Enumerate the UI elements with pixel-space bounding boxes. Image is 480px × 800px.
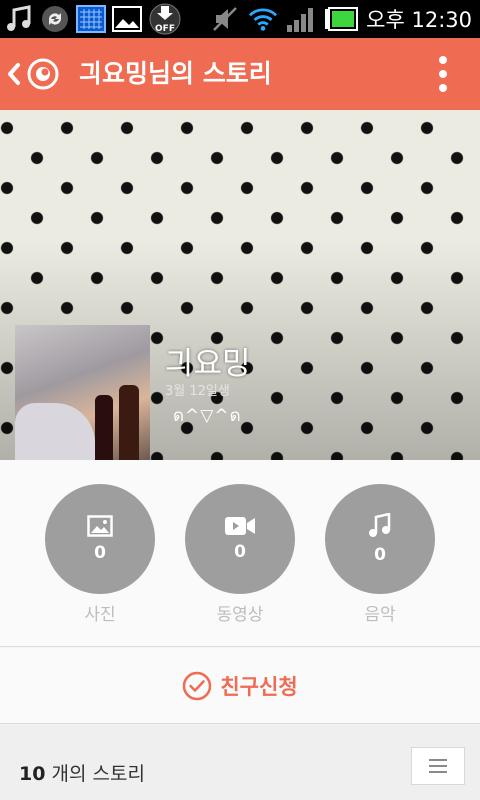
story-count-suffix: 개의 스토리 — [45, 763, 145, 785]
music-note-icon — [4, 4, 34, 34]
off-label: OFF — [155, 24, 175, 34]
app-header: 긔요밍님의 스토리 — [0, 38, 480, 110]
mute-icon — [210, 4, 240, 34]
overflow-dot-icon — [439, 56, 447, 64]
avatar-bottle — [119, 385, 139, 460]
avatar-bottle — [95, 395, 113, 460]
avatar[interactable] — [15, 325, 150, 460]
profile-name: 긔요밍 — [165, 346, 251, 382]
more-options-button[interactable] — [438, 56, 448, 92]
avatar-pillow — [15, 403, 95, 460]
profile-birthday: 3월 12일생 — [165, 384, 230, 399]
friend-request-button[interactable]: 친구신청 — [0, 648, 480, 724]
chevron-left-icon — [8, 63, 20, 85]
profile-cover[interactable]: 긔요밍 3월 12일생 ด^▽^ด — [0, 110, 480, 460]
list-line-icon — [429, 765, 447, 767]
photo-count: 0 — [94, 543, 106, 563]
video-count: 0 — [234, 542, 246, 562]
image-icon — [112, 4, 142, 34]
music-count: 0 — [374, 545, 386, 565]
profile-status-message: ด^▽^ด — [173, 406, 242, 426]
photo-icon — [87, 515, 113, 537]
music-label: 음악 — [364, 605, 396, 625]
photo-counter[interactable]: 0 사진 — [45, 484, 155, 625]
list-view-button[interactable] — [411, 747, 465, 785]
status-time: 오후 12:30 — [366, 8, 472, 32]
check-circle-icon — [183, 671, 212, 700]
story-count-bar: 10 개의 스토리 — [0, 725, 480, 800]
photo-counter-circle: 0 — [45, 484, 155, 594]
overflow-dot-icon — [439, 84, 447, 92]
kakaostory-logo-icon — [27, 58, 59, 90]
media-counters: 0 사진 0 동영상 0 음악 — [0, 460, 480, 647]
story-count-number: 10 — [19, 763, 46, 785]
battery-icon — [324, 4, 359, 34]
list-line-icon — [429, 771, 447, 773]
download-off-icon: OFF — [148, 3, 182, 35]
signal-icon — [286, 4, 316, 34]
list-line-icon — [429, 759, 447, 761]
music-note-icon — [369, 513, 391, 537]
story-count: 10 개의 스토리 — [19, 759, 145, 786]
music-counter-circle: 0 — [325, 484, 435, 594]
wifi-icon — [248, 4, 278, 34]
photo-label: 사진 — [84, 605, 116, 625]
video-counter-circle: 0 — [185, 484, 295, 594]
music-counter[interactable]: 0 음악 — [325, 484, 435, 625]
keyboard-icon — [76, 4, 106, 34]
video-counter[interactable]: 0 동영상 — [185, 484, 295, 625]
sync-icon — [40, 4, 70, 34]
back-button[interactable] — [6, 56, 72, 92]
overflow-dot-icon — [439, 70, 447, 78]
page-title: 긔요밍님의 스토리 — [79, 59, 272, 88]
status-bar: OFF 오후 12:30 — [0, 0, 480, 38]
video-label: 동영상 — [216, 605, 264, 625]
video-camera-icon — [225, 517, 255, 535]
friend-request-label: 친구신청 — [220, 674, 298, 699]
